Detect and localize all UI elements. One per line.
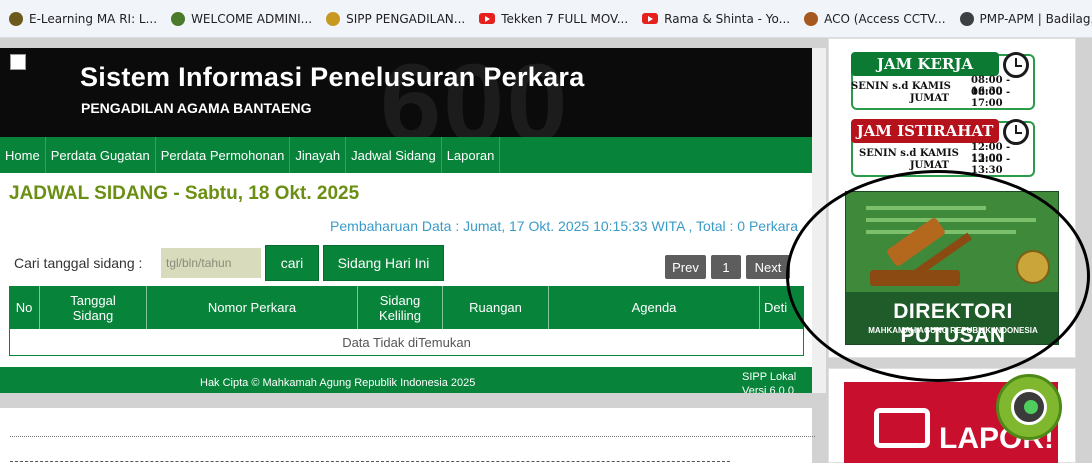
whatsapp-icon [1011,389,1047,425]
table-empty-row: Data Tidak diTemukan [9,329,804,356]
nav-jadwal-sidang[interactable]: Jadwal Sidang [346,137,442,173]
jam-istirahat-rows: SENIN s.d KAMIS 12:00 - 13:00 JUMAT 12:0… [851,142,1035,176]
jam-istirahat-title: JAM ISTIRAHAT [851,119,999,143]
bookmark-label: WELCOME ADMINI... [191,11,313,26]
badge-icon [326,11,341,26]
jam-kerja-card: JAM KERJA SENIN s.d KAMIS 08:00 - 16:30 … [851,52,1035,110]
bookmarks-bar: E-Learning MA RI: L... WELCOME ADMINI...… [0,0,1092,38]
divider [10,436,815,437]
date-search-input[interactable] [161,248,261,278]
version-line-1: SIPP Lokal [742,371,797,383]
phone-icon [1024,400,1038,414]
bookmark-tekken[interactable]: Tekken 7 FULL MOV... [472,5,635,33]
bookmark-pmp-apm[interactable]: PMP-APM | Badilag... [953,5,1092,33]
schedule-time: 12:00 - 13:30 [971,154,1011,176]
column-header-nomor: Nomor Perkara [147,286,358,329]
column-header-ruangan: Ruangan [443,286,549,329]
site-subtitle: PENGADILAN AGAMA BANTAENG [81,100,312,116]
today-button[interactable]: Sidang Hari Ini [323,245,444,281]
whatsapp-button[interactable] [996,374,1062,440]
schedule-day: JUMAT [909,159,949,171]
search-button[interactable]: cari [265,245,319,281]
bookmark-aco-cctv[interactable]: ACO (Access CCTV... [797,5,952,33]
schedule-time: 08:00 - 17:00 [971,87,1011,109]
bookmark-label: ACO (Access CCTV... [824,11,946,26]
page-number-button[interactable]: 1 [711,255,741,279]
nav-home[interactable]: Home [0,137,46,173]
nav-jinayah[interactable]: Jinayah [290,137,347,173]
divider [10,461,730,462]
copyright-text: Hak Cipta © Mahkamah Agung Republik Indo… [200,377,476,389]
update-info: Pembaharuan Data : Jumat, 17 Okt. 2025 1… [330,218,798,234]
bookmark-rama-shinta[interactable]: Rama & Shinta - Yo... [635,5,797,33]
court-logo-icon [171,11,186,26]
bookmark-e-learning[interactable]: E-Learning MA RI: L... [2,5,164,33]
page-body: 600 Sistem Informasi Penelusuran Perkara… [0,38,1092,463]
nav-laporan[interactable]: Laporan [442,137,501,173]
broken-image-icon [10,54,26,70]
schedule-row: JUMAT 08:00 - 17:00 [851,87,1035,109]
jam-kerja-rows: SENIN s.d KAMIS 08:00 - 16:30 JUMAT 08:0… [851,75,1035,109]
version-text: SIPP Lokal Versi 6.0.0 [742,370,796,393]
bookmark-label: E-Learning MA RI: L... [29,11,158,26]
youtube-icon [642,13,659,24]
lower-section [0,408,815,463]
cctv-icon [804,11,819,26]
globe-icon [959,11,974,26]
main-nav: Home Perdata Gugatan Perdata Permohonan … [0,137,812,173]
bookmark-label: Rama & Shinta - Yo... [664,11,791,26]
bookmark-sipp[interactable]: SIPP PENGADILAN... [319,5,472,33]
site-footer: Hak Cipta © Mahkamah Agung Republik Indo… [0,367,812,393]
chat-bubble-icon [874,408,930,448]
column-header-keliling: Sidang Keliling [358,286,443,329]
bookmark-label: PMP-APM | Badilag... [979,11,1092,26]
annotation-circle [786,170,1090,382]
column-header-agenda: Agenda [549,286,760,329]
nav-perdata-permohonan[interactable]: Perdata Permohonan [156,137,291,173]
page-title: JADWAL SIDANG - Sabtu, 18 Okt. 2025 [9,183,360,204]
prev-button[interactable]: Prev [665,255,706,279]
next-button[interactable]: Next [746,255,790,279]
bookmark-label: Tekken 7 FULL MOV... [501,11,629,26]
mahkamah-logo-icon [9,11,23,26]
bookmark-label: SIPP PENGADILAN... [346,11,466,26]
schedule-table: No Tanggal Sidang Nomor Perkara Sidang K… [9,286,804,356]
bookmark-welcome-admin[interactable]: WELCOME ADMINI... [164,5,319,33]
jam-kerja-title: JAM KERJA [851,52,999,76]
schedule-day: SENIN s.d KAMIS [859,147,959,159]
search-label: Cari tanggal sidang : [14,255,143,271]
version-line-2: Versi 6.0.0 [742,385,794,393]
main-panel: 600 Sistem Informasi Penelusuran Perkara… [0,48,812,393]
table-header: No Tanggal Sidang Nomor Perkara Sidang K… [9,286,804,329]
jam-istirahat-card: JAM ISTIRAHAT SENIN s.d KAMIS 12:00 - 13… [851,119,1035,177]
column-header-no: No [9,286,40,329]
column-header-tanggal: Tanggal Sidang [40,286,147,329]
nav-perdata-gugatan[interactable]: Perdata Gugatan [46,137,156,173]
schedule-day: SENIN s.d KAMIS [851,80,951,92]
schedule-day: JUMAT [909,92,949,104]
youtube-icon [479,13,496,24]
site-header: 600 Sistem Informasi Penelusuran Perkara… [0,48,812,137]
site-title: Sistem Informasi Penelusuran Perkara [80,62,585,92]
